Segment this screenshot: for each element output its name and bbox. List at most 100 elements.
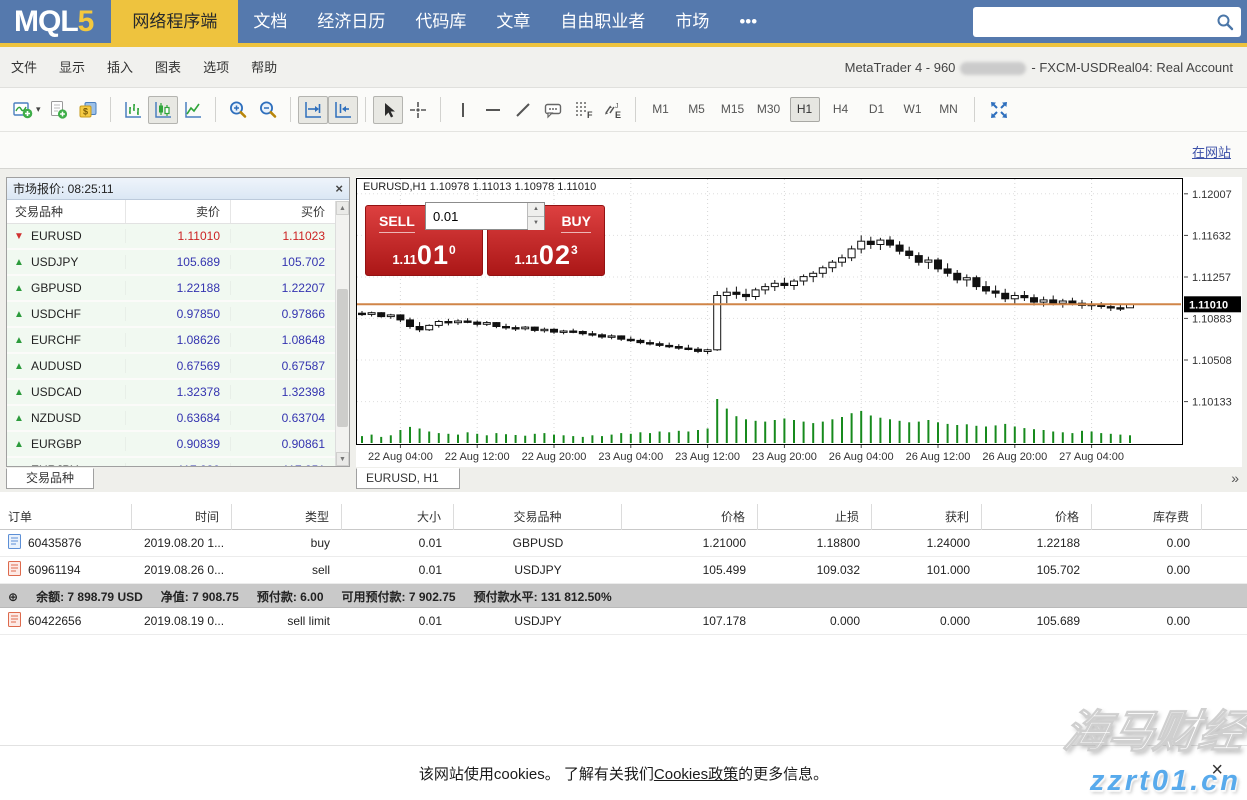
- menu-item-1[interactable]: 文件: [0, 47, 48, 88]
- cookie-policy-link[interactable]: Cookies政策: [654, 766, 738, 783]
- search-icon[interactable]: [1216, 13, 1234, 31]
- cookie-close-icon[interactable]: ×: [1211, 760, 1223, 780]
- scroll-up-icon[interactable]: ▲: [336, 201, 349, 215]
- candlestick-chart-button[interactable]: [148, 96, 178, 124]
- market-watch-row[interactable]: ▲AUDUSD0.675690.67587: [7, 354, 335, 380]
- expand-plus-icon[interactable]: ⊕: [8, 590, 18, 604]
- menu-item-5[interactable]: 选项: [192, 47, 240, 88]
- spinner-up-icon[interactable]: ▲: [528, 203, 544, 217]
- market-watch-row[interactable]: ▲USDCAD1.323781.32398: [7, 380, 335, 406]
- nav-item-2[interactable]: 文档: [238, 0, 302, 43]
- new-order-button[interactable]: [43, 96, 73, 124]
- spinner-down-icon[interactable]: ▼: [528, 217, 544, 230]
- more-tabs-icon[interactable]: »: [1231, 470, 1239, 486]
- orders-column-7[interactable]: 止损: [758, 504, 872, 530]
- menu-item-3[interactable]: 插入: [96, 47, 144, 88]
- fullscreen-button[interactable]: [984, 96, 1014, 124]
- nav-item-7[interactable]: 市场: [660, 0, 724, 43]
- timeframe-button-m1[interactable]: M1: [646, 97, 676, 122]
- line-chart-button[interactable]: [178, 96, 208, 124]
- scroll-down-icon[interactable]: ▼: [336, 452, 349, 466]
- market-watch-row[interactable]: ▲EURGBP0.908390.90861: [7, 432, 335, 458]
- zoom-out-button[interactable]: [253, 96, 283, 124]
- menu-item-4[interactable]: 图表: [144, 47, 192, 88]
- timeframe-button-w1[interactable]: W1: [898, 97, 928, 122]
- nav-item-1[interactable]: 网络程序端: [111, 0, 238, 43]
- cursor-button[interactable]: [373, 96, 403, 124]
- tab-symbols[interactable]: 交易品种: [6, 468, 94, 489]
- orders-column-6[interactable]: 价格: [622, 504, 758, 530]
- search-input[interactable]: [973, 9, 1216, 35]
- nav-item-8[interactable]: •••: [724, 0, 772, 43]
- buy-price-sup: 3: [571, 243, 578, 257]
- orders-column-3[interactable]: 类型: [232, 504, 342, 530]
- elliott-button[interactable]: EJ: [598, 96, 628, 124]
- chart-shift-button[interactable]: [328, 96, 358, 124]
- orders-column-4[interactable]: 大小: [342, 504, 454, 530]
- market-watch-row[interactable]: ▲GBPUSD1.221881.22207: [7, 276, 335, 302]
- volume-bars: [362, 399, 1130, 443]
- orders-column-2[interactable]: 时间: [132, 504, 232, 530]
- balance-segment-1: 余额: 7 898.79 USD: [36, 590, 143, 604]
- terminal-menubar: 文件显示插入图表选项帮助 MetaTrader 4 - 960- FXCM-US…: [0, 47, 1247, 88]
- nav-item-4[interactable]: 代码库: [400, 0, 481, 43]
- crosshair-button[interactable]: [403, 96, 433, 124]
- order-row[interactable]: 604226562019.08.19 0...sell limit0.01USD…: [0, 608, 1247, 635]
- timeframe-button-h1[interactable]: H1: [790, 97, 820, 122]
- orders-column-11[interactable]: 利润: [1202, 504, 1247, 530]
- orders-column-1[interactable]: 订单: [0, 504, 132, 530]
- mql5-logo[interactable]: MQL 5: [0, 5, 111, 39]
- market-watch-row[interactable]: ▲USDJPY105.689105.702: [7, 250, 335, 276]
- ask-price: 0.90861: [230, 437, 335, 451]
- market-watch-row[interactable]: ▲NZDUSD0.636840.63704: [7, 406, 335, 432]
- column-ask[interactable]: 买价: [230, 200, 335, 223]
- current-price-label: 1.11010: [1189, 299, 1228, 311]
- tab-chart-eurusd-h1[interactable]: EURUSD, H1: [356, 468, 460, 489]
- order-row[interactable]: 604358762019.08.20 1...buy0.01GBPUSD1.21…: [0, 530, 1247, 557]
- timeframe-button-m5[interactable]: M5: [682, 97, 712, 122]
- nav-item-3[interactable]: 经济日历: [302, 0, 400, 43]
- order-row[interactable]: 609611942019.08.26 0...sell0.01USDJPY105…: [0, 557, 1247, 584]
- timeframe-button-m15[interactable]: M15: [718, 97, 748, 122]
- close-icon[interactable]: ×: [335, 182, 343, 195]
- auto-scroll-button[interactable]: [298, 96, 328, 124]
- order-symbol: GBPUSD: [454, 536, 622, 550]
- menu-item-2[interactable]: 显示: [48, 47, 96, 88]
- new-chart-button[interactable]: [8, 96, 38, 124]
- scrollbar-thumb[interactable]: [337, 289, 348, 427]
- bid-price: 1.11010: [125, 229, 230, 243]
- timeframe-button-d1[interactable]: D1: [862, 97, 892, 122]
- market-watch-row[interactable]: ▼EURUSD1.110101.11023: [7, 224, 335, 250]
- market-watch-row[interactable]: ▲EURJPY117.839117.851: [7, 458, 335, 466]
- horizontal-line-button[interactable]: [478, 96, 508, 124]
- orders-column-9[interactable]: 价格: [982, 504, 1092, 530]
- nav-item-5[interactable]: 文章: [481, 0, 545, 43]
- orders-column-5[interactable]: 交易品种: [454, 504, 622, 530]
- volume-input[interactable]: [426, 203, 527, 229]
- column-bid[interactable]: 卖价: [125, 200, 230, 223]
- orders-column-8[interactable]: 获利: [872, 504, 982, 530]
- price-axis-label: 1.10508: [1192, 355, 1232, 367]
- orders-column-10[interactable]: 库存费: [1092, 504, 1202, 530]
- trendline-button[interactable]: [508, 96, 538, 124]
- onsite-link[interactable]: 在网站: [1192, 142, 1231, 161]
- bar-chart-button[interactable]: [118, 96, 148, 124]
- toolbar-separator: [635, 97, 636, 122]
- time-axis-label: 26 Aug 04:00: [829, 451, 894, 463]
- timeframe-button-m30[interactable]: M30: [754, 97, 784, 122]
- fibonacci-button[interactable]: F: [568, 96, 598, 124]
- timeframe-button-mn[interactable]: MN: [934, 97, 964, 122]
- market-watch-row[interactable]: ▲EURCHF1.086261.08648: [7, 328, 335, 354]
- vertical-line-button[interactable]: [448, 96, 478, 124]
- column-symbol[interactable]: 交易品种: [7, 203, 125, 220]
- market-watch-row[interactable]: ▲USDCHF0.978500.97866: [7, 302, 335, 328]
- deposit-button[interactable]: $: [73, 96, 103, 124]
- menu-item-6[interactable]: 帮助: [240, 47, 288, 88]
- chevron-down-icon[interactable]: ▾: [36, 104, 41, 115]
- logo-text: MQL: [14, 5, 78, 39]
- nav-item-6[interactable]: 自由职业者: [545, 0, 660, 43]
- text-label-button[interactable]: [538, 96, 568, 124]
- zoom-in-button[interactable]: [223, 96, 253, 124]
- timeframe-button-h4[interactable]: H4: [826, 97, 856, 122]
- timeframe-group: M1M5M15M30H1H4D1W1MN: [643, 97, 967, 122]
